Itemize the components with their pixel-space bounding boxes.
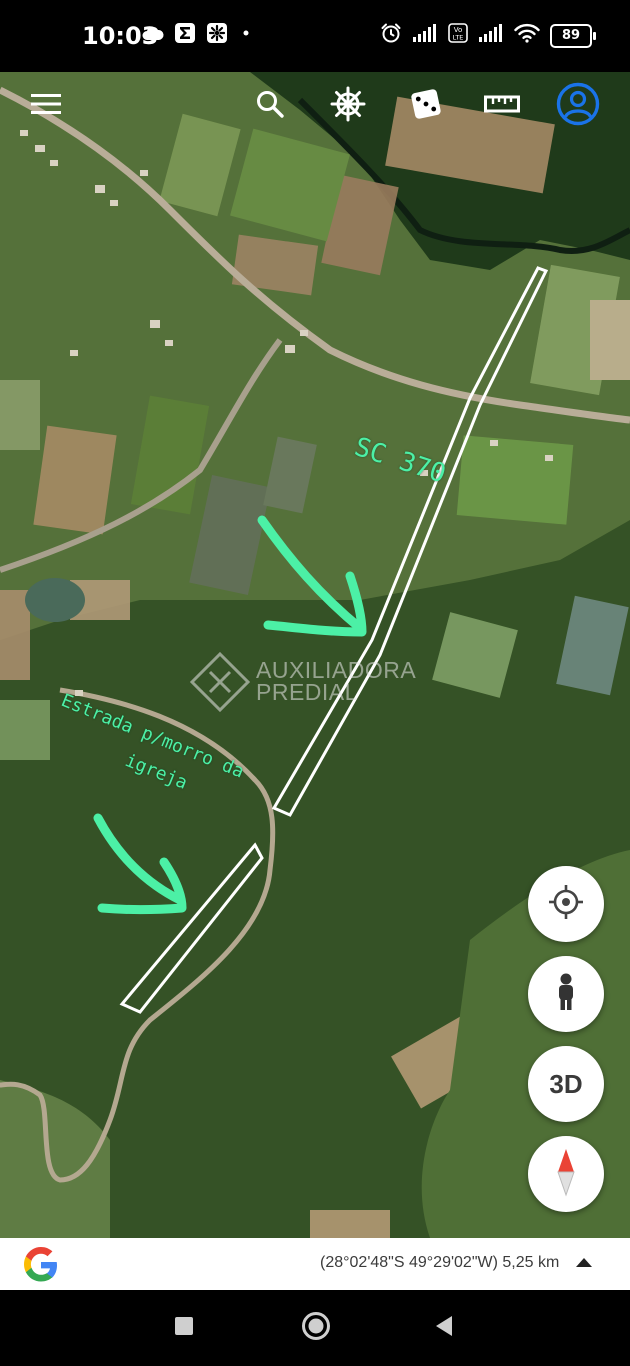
status-bar: 10:03 Vo LTE 89 — [0, 0, 630, 72]
home-circle-icon — [301, 1311, 331, 1346]
google-logo — [22, 1246, 60, 1284]
back-button[interactable] — [422, 1308, 466, 1348]
voyager-wheel-icon — [330, 86, 366, 127]
watermark: AUXILIADORA PREDIAL — [190, 652, 416, 710]
voyager-button[interactable] — [324, 82, 372, 130]
compass-icon — [554, 1147, 578, 1202]
back-triangle-icon — [434, 1315, 454, 1342]
account-button[interactable] — [554, 82, 602, 130]
menu-button[interactable] — [22, 82, 70, 130]
menu-icon — [30, 92, 62, 121]
volte-icon: Vo LTE — [448, 23, 468, 48]
watermark-line2: PREDIAL — [256, 679, 358, 705]
dice-icon — [409, 87, 443, 126]
signal-icon — [412, 23, 438, 48]
recents-button[interactable] — [162, 1308, 206, 1348]
status-left-icons — [142, 22, 254, 49]
account-icon — [556, 82, 600, 131]
screen: 10:03 Vo LTE 89 SC 370 Estrada p/morro d… — [0, 0, 630, 1366]
my-location-button[interactable] — [528, 866, 604, 942]
map-toolbar — [0, 72, 630, 136]
ruler-icon — [484, 93, 520, 120]
sigma-app-icon — [174, 22, 196, 49]
feeling-lucky-button[interactable] — [402, 82, 450, 130]
home-button[interactable] — [294, 1308, 338, 1348]
dot-icon — [238, 25, 254, 46]
compass-button[interactable] — [528, 1136, 604, 1212]
flower-app-icon — [206, 22, 228, 49]
street-view-button[interactable] — [528, 956, 604, 1032]
battery-icon: 89 — [550, 23, 596, 48]
coordinates-scale-readout: (28°02'48"S 49°29'02"W) 5,25 km — [320, 1254, 560, 1271]
system-nav-bar — [0, 1290, 630, 1366]
status-right-icons: Vo LTE 89 — [380, 22, 596, 49]
crosshair-icon — [546, 882, 586, 927]
recents-square-icon — [174, 1316, 194, 1341]
alarm-icon — [380, 22, 402, 49]
watermark-line1: AUXILIADORA — [256, 657, 417, 683]
search-icon — [255, 89, 285, 124]
wifi-icon — [514, 23, 540, 48]
3d-toggle-button[interactable]: 3D — [528, 1046, 604, 1122]
svg-text:LTE: LTE — [453, 34, 464, 42]
info-bar: (28°02'48"S 49°29'02"W) 5,25 km — [0, 1238, 630, 1290]
search-button[interactable] — [246, 82, 294, 130]
cloud-icon — [142, 25, 164, 46]
pegman-icon — [551, 972, 581, 1017]
signal-icon — [478, 23, 504, 48]
measure-button[interactable] — [478, 82, 526, 130]
expand-info-button[interactable] — [576, 1258, 592, 1267]
